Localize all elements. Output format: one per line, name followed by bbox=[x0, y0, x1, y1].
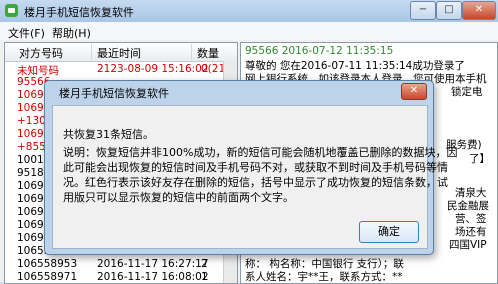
close-button[interactable]: ✕ bbox=[462, 1, 496, 20]
detail-line: 了】 bbox=[469, 153, 490, 165]
column-header-count[interactable]: 数量 bbox=[197, 45, 219, 60]
dialog-text-line: 此可能会出现恢复的短信时间及手机号码不对，或获取不到时间及手机号码等情 bbox=[63, 161, 448, 174]
row-time: 2016-11-17 16:08:02 bbox=[97, 271, 209, 283]
list-header: 对方号码 最近时间 数量 bbox=[5, 43, 237, 62]
column-header-time[interactable]: 最近时间 bbox=[97, 45, 141, 60]
row-number: 106558971 bbox=[17, 271, 78, 283]
table-row[interactable]: 106558953 2016-11-17 16:27:17 2 bbox=[5, 258, 225, 271]
column-header-number[interactable]: 对方号码 bbox=[19, 45, 63, 60]
row-time: 2123-08-09 15:16:02 bbox=[97, 63, 209, 75]
table-row[interactable]: 未知号码 2123-08-09 15:16:02 0(21) bbox=[5, 63, 229, 77]
maximize-button[interactable]: □ bbox=[436, 1, 462, 20]
dialog-text-line: 用版只可以显示恢复的短信中的前面两个文字。 bbox=[63, 191, 294, 204]
row-count: 2 bbox=[201, 258, 208, 270]
detail-line: 锁定电 bbox=[451, 86, 483, 98]
menu-file[interactable]: 文件(F) bbox=[8, 25, 45, 41]
app-icon bbox=[5, 4, 18, 17]
detail-line: 四国VIP bbox=[449, 239, 487, 251]
row-count: 1 bbox=[201, 271, 208, 283]
row-time: 2016-11-17 16:27:17 bbox=[97, 258, 209, 270]
menu-bar: 文件(F) 帮助(H) bbox=[0, 22, 498, 40]
row-number: 1069 bbox=[17, 180, 44, 192]
row-number: 106558953 bbox=[17, 258, 78, 270]
window-title: 楼月手机短信恢复软件 bbox=[24, 6, 134, 19]
dialog-text-line: 说明：恢复短信并非100%成功，新的短信可能会随机地覆盖已删除的数据块，因 bbox=[63, 146, 458, 159]
recovery-result-dialog: 楼月手机短信恢复软件 ✕ 共恢复31条短信。 说明：恢复短信并非100%成功，新… bbox=[44, 80, 457, 255]
dialog-text-line: 况。红色行表示该好友存在删除的短信，括号中显示了成功恢复的短信条数，试 bbox=[63, 176, 448, 189]
table-row[interactable]: 106558971 2016-11-17 16:08:02 1 bbox=[5, 271, 225, 283]
dialog-body: 共恢复31条短信。 说明：恢复短信并非100%成功，新的短信可能会随机地覆盖已删… bbox=[52, 105, 457, 249]
minimize-button[interactable]: − bbox=[410, 1, 436, 20]
dialog-title: 楼月手机短信恢复软件 bbox=[59, 87, 169, 100]
title-bar: 楼月手机短信恢复软件 − □ ✕ bbox=[0, 0, 498, 23]
dialog-summary: 共恢复31条短信。 bbox=[63, 128, 154, 141]
dialog-close-button[interactable]: ✕ bbox=[401, 83, 427, 100]
menu-help[interactable]: 帮助(H) bbox=[52, 25, 91, 41]
detail-line: 95566 2016-07-12 11:35:15 bbox=[245, 45, 394, 57]
ok-button[interactable]: 确定 bbox=[359, 221, 419, 243]
